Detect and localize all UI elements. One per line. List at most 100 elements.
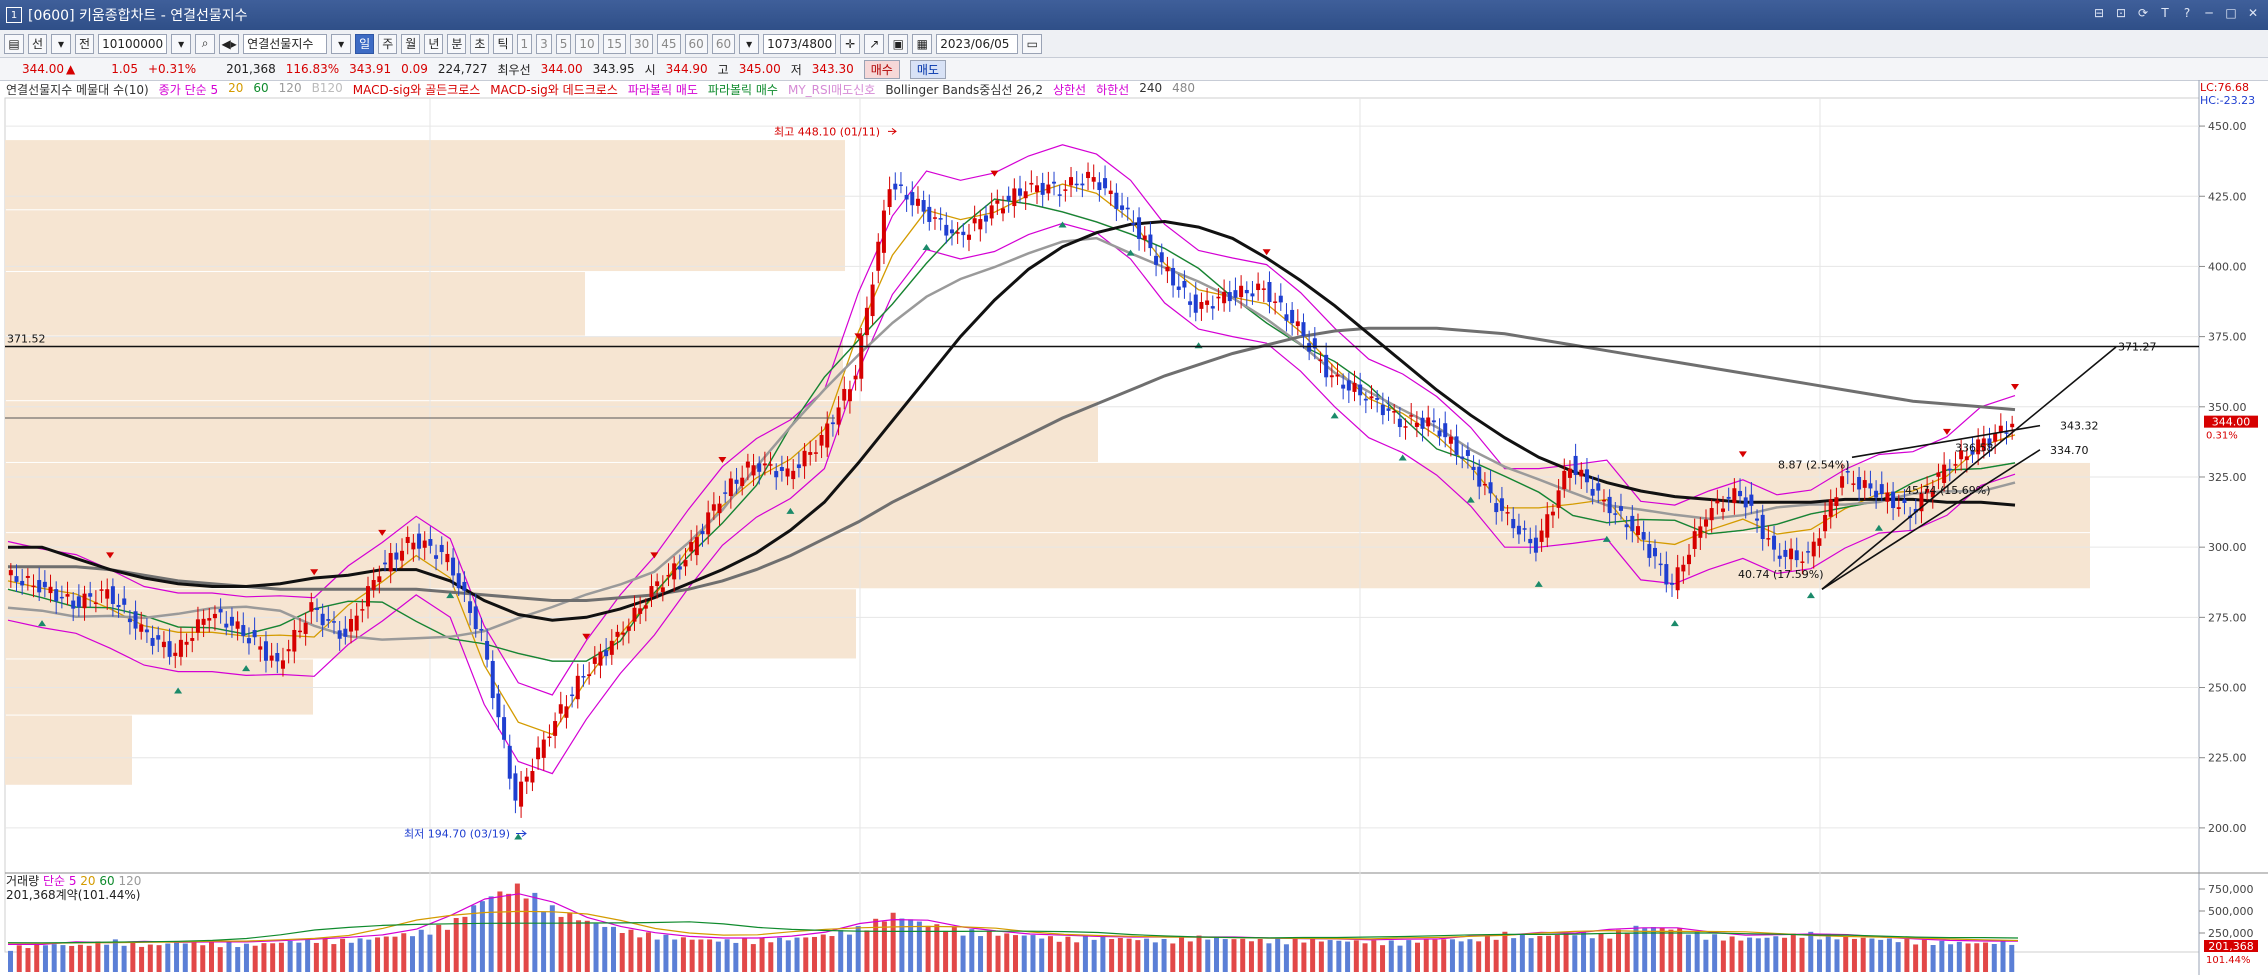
price-chart[interactable]: 450.00 425.00 400.00 375.00 350.00 325.00 300.… bbox=[0, 80, 2268, 975]
volume-bar bbox=[174, 942, 180, 972]
instrument-name-field[interactable]: 연결선물지수 bbox=[243, 33, 328, 54]
candle-body bbox=[1596, 483, 1601, 491]
search-icon[interactable]: ⌕ bbox=[195, 33, 216, 54]
candle-body bbox=[1335, 374, 1340, 377]
candle-body bbox=[297, 630, 302, 633]
candle-body bbox=[1380, 404, 1385, 416]
chevron-down-icon[interactable]: ▾ bbox=[51, 33, 72, 54]
volume-bar bbox=[960, 935, 966, 972]
candle-body bbox=[904, 194, 909, 200]
candle-body bbox=[819, 434, 824, 446]
volume-bar bbox=[1039, 938, 1045, 972]
candle-body bbox=[1635, 526, 1640, 535]
volume-bar bbox=[357, 938, 363, 972]
volume-bar bbox=[1659, 927, 1665, 972]
refresh-icon[interactable]: ⟳ bbox=[2136, 6, 2150, 20]
candle-body bbox=[1080, 183, 1085, 186]
period-second[interactable]: 초 bbox=[470, 33, 490, 54]
candle-body bbox=[881, 210, 886, 253]
minute-1[interactable]: 1 bbox=[516, 33, 533, 54]
volume-bar bbox=[104, 944, 110, 972]
candle-body bbox=[1188, 301, 1193, 305]
volume-bar bbox=[1668, 929, 1674, 972]
axis-label: 225.00 bbox=[2208, 752, 2247, 765]
candle-body bbox=[978, 219, 983, 230]
save-icon[interactable]: ▣ bbox=[888, 33, 909, 54]
minute-60[interactable]: 60 bbox=[684, 33, 708, 54]
volume-bar bbox=[1511, 938, 1517, 972]
layout-grid-icon[interactable]: ▤ bbox=[4, 33, 24, 54]
sell-button[interactable]: 매도 bbox=[909, 59, 946, 79]
name-dropdown-icon[interactable]: ▾ bbox=[331, 33, 352, 54]
volume-bar bbox=[1607, 938, 1613, 972]
minute-30[interactable]: 30 bbox=[629, 33, 654, 54]
period-week[interactable]: 주 bbox=[378, 33, 398, 54]
date-input[interactable]: 2023/06/05 bbox=[936, 33, 1019, 54]
candle-body bbox=[1460, 456, 1465, 459]
volume-profile-bar bbox=[5, 272, 585, 336]
candle-body bbox=[366, 586, 371, 607]
price-tag-pct: 0.31% bbox=[2206, 431, 2238, 442]
candle-body bbox=[944, 224, 949, 236]
minute-5[interactable]: 5 bbox=[555, 33, 572, 54]
period-minute[interactable]: 분 bbox=[447, 33, 467, 54]
minimize-icon[interactable]: ─ bbox=[2202, 6, 2216, 20]
period-tick[interactable]: 틱 bbox=[493, 33, 513, 54]
volume-bar bbox=[1817, 939, 1822, 972]
help-icon[interactable]: ? bbox=[2180, 6, 2194, 20]
candle-body bbox=[1738, 490, 1743, 497]
volume-bar bbox=[1860, 937, 1866, 972]
calendar-icon[interactable]: ▦ bbox=[912, 33, 933, 54]
candle-body bbox=[195, 619, 200, 633]
text-icon[interactable]: T bbox=[2158, 6, 2172, 20]
candle-body bbox=[1652, 547, 1657, 557]
period-year[interactable]: 년 bbox=[424, 33, 444, 54]
candle-body bbox=[263, 641, 268, 661]
volume-bar bbox=[1895, 942, 1901, 972]
period-day[interactable]: 일 bbox=[355, 33, 375, 54]
volume-bar bbox=[645, 932, 651, 972]
crosshair-icon[interactable]: ✛ bbox=[840, 33, 861, 54]
minute-45[interactable]: 45 bbox=[657, 33, 681, 54]
date-picker-icon[interactable]: ▭ bbox=[1022, 33, 1043, 54]
minute-3[interactable]: 3 bbox=[536, 33, 552, 54]
volume-bar bbox=[1327, 940, 1333, 972]
maximize-icon[interactable]: □ bbox=[2224, 6, 2238, 20]
volume-bar bbox=[147, 944, 153, 972]
candle-body bbox=[1069, 177, 1074, 186]
count-input[interactable]: 1073/4800 bbox=[763, 33, 837, 54]
candle-body bbox=[604, 650, 609, 657]
minute-10[interactable]: 10 bbox=[575, 33, 599, 54]
candle-body bbox=[683, 560, 688, 567]
code-dropdown-icon[interactable]: ▾ bbox=[171, 33, 192, 54]
candle-body bbox=[178, 639, 183, 657]
axis-label: 350.00 bbox=[2208, 401, 2247, 414]
draw-tool-icon[interactable]: ↗ bbox=[864, 33, 885, 54]
prev-next-icon[interactable]: ◀▸ bbox=[219, 33, 240, 54]
fit-icon[interactable]: ⊡ bbox=[2114, 6, 2128, 20]
candle-body bbox=[706, 512, 711, 535]
candle-body bbox=[349, 618, 354, 632]
minute-custom[interactable]: 60 bbox=[711, 33, 736, 54]
layout-icon[interactable]: ⊟ bbox=[2092, 6, 2106, 20]
candle-body bbox=[1318, 359, 1323, 361]
minute-dropdown-icon[interactable]: ▾ bbox=[739, 33, 760, 54]
volume-bar bbox=[1135, 940, 1141, 972]
volume-bar bbox=[296, 942, 302, 972]
candle-body bbox=[144, 629, 149, 633]
line-mode-select[interactable]: 선 bbox=[28, 33, 48, 54]
candle-body bbox=[1851, 483, 1856, 485]
candle-body bbox=[1267, 281, 1272, 303]
candle-body bbox=[751, 465, 756, 476]
candle-body bbox=[694, 537, 699, 556]
quote-low-label: 저 bbox=[790, 62, 802, 77]
buy-button[interactable]: 매수 bbox=[863, 59, 900, 79]
candle-body bbox=[1341, 384, 1346, 389]
candle-body bbox=[428, 539, 433, 546]
all-button[interactable]: 전 bbox=[75, 33, 95, 54]
close-icon[interactable]: ✕ bbox=[2246, 6, 2260, 20]
code-input[interactable]: 10100000 bbox=[98, 33, 168, 54]
minute-15[interactable]: 15 bbox=[602, 33, 626, 54]
volume-bar bbox=[1948, 944, 1954, 972]
period-month[interactable]: 월 bbox=[401, 33, 421, 54]
